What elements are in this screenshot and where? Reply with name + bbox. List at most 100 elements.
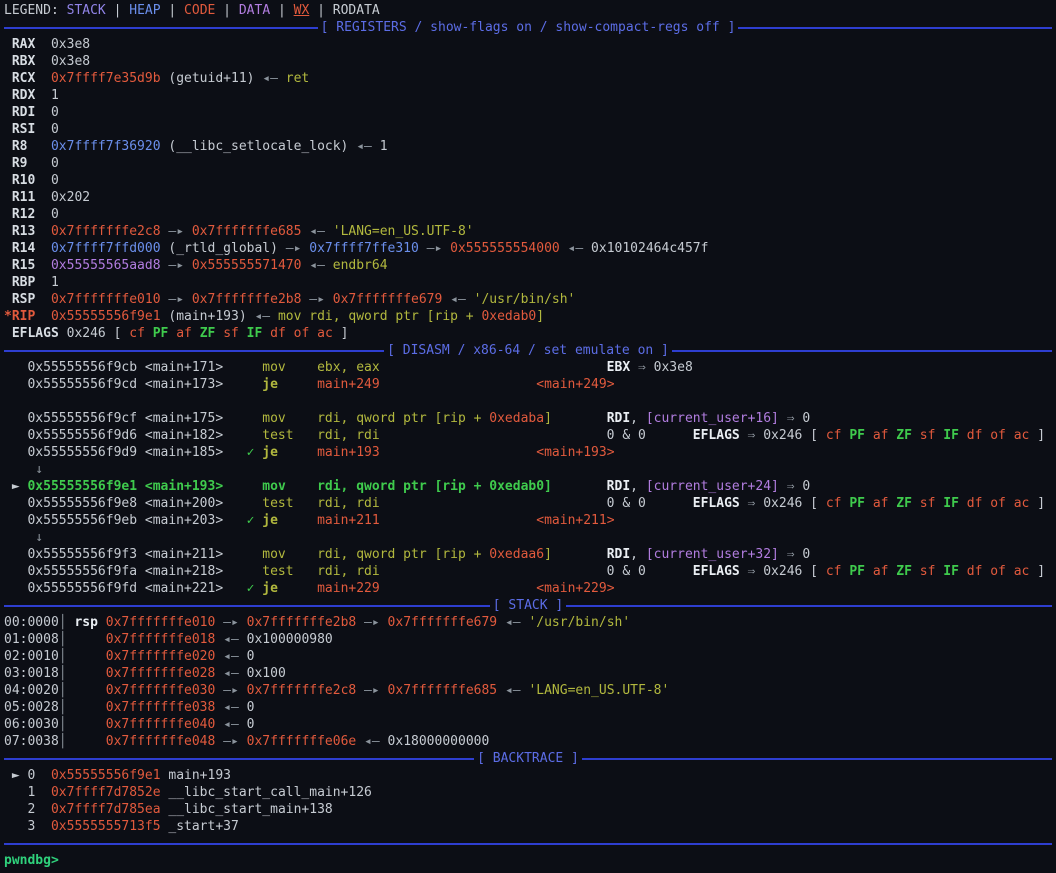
- reg-eflags: EFLAGS 0x246 [ cf PF af ZF sf IF df of a…: [4, 325, 1052, 342]
- stack-row-5: 05:0028│ 0x7fffffffe038 ◂— 0: [4, 699, 1052, 716]
- disasm-row-main182: 0x55555556f9d6 <main+182> test rdi, rdi …: [4, 427, 1052, 444]
- points-to-icon: ◂—: [301, 258, 332, 273]
- pwndbg-terminal: LEGEND: STACK | HEAP | CODE | DATA | WX …: [0, 0, 1056, 869]
- pointer-arrow-icon: —▸: [286, 241, 309, 256]
- stack-row-4: 04:0020│ 0x7fffffffe030 —▸ 0x7fffffffe2c…: [4, 682, 1052, 699]
- jump-down-arrow-icon: ↓: [4, 462, 43, 477]
- prompt-section: pwndbg>: [4, 835, 1052, 869]
- stack-lines: 00:0000│ rsp 0x7fffffffe010 —▸ 0x7ffffff…: [4, 614, 1052, 750]
- backtrace-lines: ► 0 0x55555556f9e1 main+193 1 0x7ffff7d7…: [4, 767, 1052, 835]
- disasm-lines: 0x55555556f9cb <main+171> mov ebx, eax E…: [4, 359, 1052, 597]
- reg-r14: R14 0x7ffff7ffd000 (_rtld_global) —▸ 0x7…: [4, 240, 1052, 257]
- backtrace-header-title: [ BACKTRACE ]: [474, 750, 582, 767]
- disasm-header-title: [ DISASM / x86-64 / set emulate on ]: [384, 342, 672, 359]
- points-to-icon: ◂—: [497, 615, 528, 630]
- registers-header-title: [ REGISTERS / show-flags on / show-compa…: [318, 19, 739, 36]
- stack-row-7: 07:0038│ 0x7fffffffe048 —▸ 0x7fffffffe06…: [4, 733, 1052, 750]
- points-to-icon: ◂—: [442, 292, 473, 307]
- stack-section: [ STACK ] 00:0000│ rsp 0x7fffffffe010 —▸…: [4, 597, 1052, 750]
- pointer-arrow-icon: —▸: [161, 258, 192, 273]
- branch-taken-check-icon: ✓: [247, 581, 263, 596]
- branch-taken-check-icon: ✓: [247, 445, 263, 460]
- reg-r8: R8 0x7ffff7f36920 (__libc_setlocale_lock…: [4, 138, 1052, 155]
- reg-r9: R9 0: [4, 155, 1052, 172]
- separator-rule: [4, 605, 490, 607]
- bottom-separator: [4, 835, 1052, 852]
- disasm-section: [ DISASM / x86-64 / set emulate on ] 0x5…: [4, 342, 1052, 597]
- disasm-row-main185: 0x55555556f9d9 <main+185> ✓ je main+193 …: [4, 444, 1052, 461]
- backtrace-frame-1: 1 0x7ffff7d7852e __libc_start_call_main+…: [4, 784, 1052, 801]
- disasm-current-row-main193: ► 0x55555556f9e1 <main+193> mov rdi, qwo…: [4, 478, 1052, 495]
- separator-rule: [4, 758, 474, 760]
- legend-lines: LEGEND: STACK | HEAP | CODE | DATA | WX …: [4, 2, 1052, 19]
- reg-r13: R13 0x7fffffffe2c8 —▸ 0x7fffffffe685 ◂— …: [4, 223, 1052, 240]
- reg-rip: *RIP 0x55555556f9e1 (main+193) ◂— mov rd…: [4, 308, 1052, 325]
- pointer-arrow-icon: —▸: [419, 241, 450, 256]
- prompt-line[interactable]: pwndbg>: [4, 852, 1052, 869]
- separator-rule: [4, 843, 528, 845]
- points-to-icon: ◂—: [356, 734, 387, 749]
- backtrace-section: [ BACKTRACE ] ► 0 0x55555556f9e1 main+19…: [4, 750, 1052, 835]
- stack-row-3: 03:0018│ 0x7fffffffe028 ◂— 0x100: [4, 665, 1052, 682]
- disasm-row-main171: 0x55555556f9cb <main+171> mov ebx, eax E…: [4, 359, 1052, 376]
- disasm-row-main218: 0x55555556f9fa <main+218> test rdi, rdi …: [4, 563, 1052, 580]
- reg-r10: R10 0: [4, 172, 1052, 189]
- current-frame-icon: ►: [4, 768, 27, 783]
- disasm-row-main175: 0x55555556f9cf <main+175> mov rdi, qword…: [4, 410, 1052, 427]
- reg-r12: R12 0: [4, 206, 1052, 223]
- disasm-jump-arrow-row: ↓: [4, 529, 1052, 546]
- reg-rdx: RDX 1: [4, 87, 1052, 104]
- disasm-row-main173: 0x55555556f9cd <main+173> je main+249 <m…: [4, 376, 1052, 393]
- pointer-arrow-icon: —▸: [215, 734, 246, 749]
- disasm-row-main211: 0x55555556f9f3 <main+211> mov rdi, qword…: [4, 546, 1052, 563]
- points-to-icon: ◂—: [301, 224, 332, 239]
- separator-rule: [672, 350, 1052, 352]
- reg-rdi: RDI 0: [4, 104, 1052, 121]
- separator-rule: [582, 758, 1052, 760]
- reg-rbx: RBX 0x3e8: [4, 53, 1052, 70]
- points-to-icon: ◂—: [215, 649, 246, 664]
- stack-row-2: 02:0010│ 0x7fffffffe020 ◂— 0: [4, 648, 1052, 665]
- backtrace-header: [ BACKTRACE ]: [4, 750, 1052, 767]
- separator-rule: [738, 27, 1052, 29]
- pointer-arrow-icon: —▸: [161, 224, 192, 239]
- pointer-arrow-icon: —▸: [356, 683, 387, 698]
- points-to-icon: ◂—: [356, 139, 379, 154]
- points-to-icon: ◂—: [497, 683, 528, 698]
- points-to-icon: ◂—: [215, 700, 246, 715]
- points-to-icon: ◂—: [215, 632, 246, 647]
- disasm-row-main203: 0x55555556f9eb <main+203> ✓ je main+211 …: [4, 512, 1052, 529]
- points-to-icon: ◂—: [215, 666, 246, 681]
- reg-rsp: RSP 0x7fffffffe010 —▸ 0x7fffffffe2b8 —▸ …: [4, 291, 1052, 308]
- separator-rule: [566, 605, 1052, 607]
- disasm-blank-row: [4, 393, 1052, 410]
- stack-row-6: 06:0030│ 0x7fffffffe040 ◂— 0: [4, 716, 1052, 733]
- reg-rbp: RBP 1: [4, 274, 1052, 291]
- jump-down-arrow-icon: ↓: [4, 530, 43, 545]
- branch-taken-check-icon: ✓: [247, 513, 263, 528]
- backtrace-frame-0: ► 0 0x55555556f9e1 main+193: [4, 767, 1052, 784]
- disasm-row-main200: 0x55555556f9e8 <main+200> test rdi, rdi …: [4, 495, 1052, 512]
- instruction-pointer-icon: ►: [4, 479, 27, 494]
- pointer-arrow-icon: —▸: [215, 683, 246, 698]
- pointer-arrow-icon: —▸: [215, 615, 246, 630]
- reg-rax: RAX 0x3e8: [4, 36, 1052, 53]
- legend-line: LEGEND: STACK | HEAP | CODE | DATA | WX …: [4, 2, 1052, 19]
- pointer-arrow-icon: —▸: [301, 292, 332, 307]
- separator-rule: [528, 843, 1052, 845]
- reg-rsi: RSI 0: [4, 121, 1052, 138]
- points-to-icon: ◂—: [262, 71, 285, 86]
- reg-r15: R15 0x55555565aad8 —▸ 0x555555571470 ◂— …: [4, 257, 1052, 274]
- registers-lines: RAX 0x3e8 RBX 0x3e8 RCX 0x7ffff7e35d9b (…: [4, 36, 1052, 342]
- stack-header-title: [ STACK ]: [490, 597, 566, 614]
- separator-rule: [4, 27, 318, 29]
- pointer-arrow-icon: —▸: [356, 615, 387, 630]
- stack-row-1: 01:0008│ 0x7fffffffe018 ◂— 0x100000980: [4, 631, 1052, 648]
- reg-r11: R11 0x202: [4, 189, 1052, 206]
- pointer-arrow-icon: —▸: [161, 292, 192, 307]
- backtrace-frame-2: 2 0x7ffff7d785ea __libc_start_main+138: [4, 801, 1052, 818]
- points-to-icon: ◂—: [254, 309, 277, 324]
- disasm-header: [ DISASM / x86-64 / set emulate on ]: [4, 342, 1052, 359]
- backtrace-frame-3: 3 0x5555555713f5 _start+37: [4, 818, 1052, 835]
- legend-section: LEGEND: STACK | HEAP | CODE | DATA | WX …: [4, 2, 1052, 19]
